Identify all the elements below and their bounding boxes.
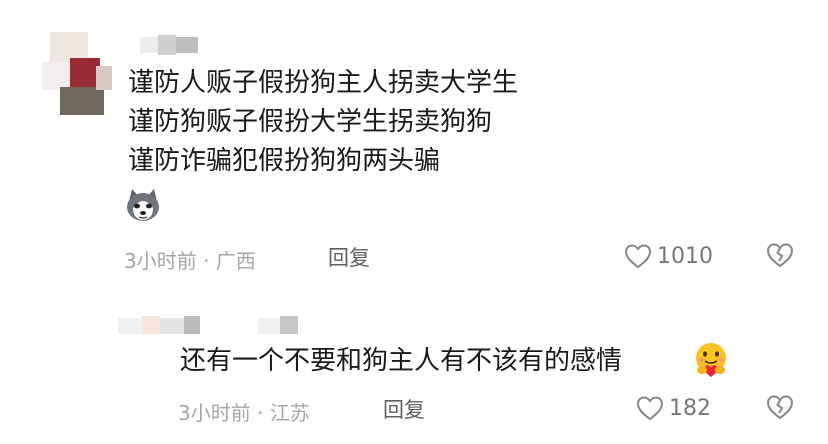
meta-separator: · xyxy=(196,249,216,273)
location: 广西 xyxy=(215,249,256,273)
reply-button[interactable]: 回复 xyxy=(328,242,370,272)
comment-text-line: 谨防诈骗犯假扮狗狗两头骗 xyxy=(128,146,441,176)
heart-icon xyxy=(624,243,652,269)
broken-heart-icon[interactable] xyxy=(766,394,794,420)
timestamp: 3小时前 xyxy=(178,401,251,425)
heart-icon xyxy=(636,395,664,421)
like-button[interactable]: 182 xyxy=(636,392,711,424)
location: 江苏 xyxy=(269,401,310,425)
reply-button[interactable]: 回复 xyxy=(383,394,425,424)
like-count: 182 xyxy=(669,395,711,421)
comment-text: 还有一个不要和狗主人有不该有的感情 xyxy=(180,346,623,376)
timestamp: 3小时前 xyxy=(124,249,197,273)
like-count: 1010 xyxy=(657,243,713,269)
like-button[interactable]: 1010 xyxy=(624,240,713,272)
husky-emoji xyxy=(124,186,162,224)
reply-username[interactable] xyxy=(118,316,308,336)
comment-text-line: 谨防人贩子假扮狗主人拐卖大学生 xyxy=(128,68,519,98)
broken-heart-icon[interactable] xyxy=(766,242,794,268)
comment-meta: 3小时前 · 江苏 xyxy=(178,397,310,426)
comment-meta: 3小时前 · 广西 xyxy=(124,245,256,274)
meta-separator: · xyxy=(250,401,270,425)
hug-emoji xyxy=(692,341,730,379)
comment-text-line: 谨防狗贩子假扮大学生拐卖狗狗 xyxy=(128,107,493,137)
avatar[interactable] xyxy=(42,32,112,116)
username[interactable] xyxy=(140,35,205,55)
